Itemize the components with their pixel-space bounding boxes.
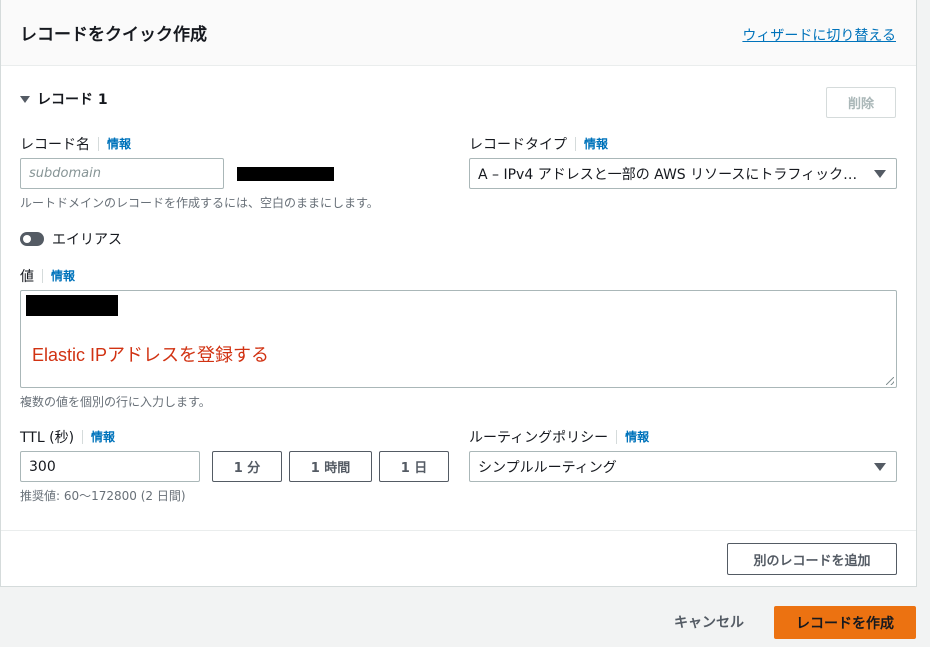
record-type-label-row: レコードタイプ 情報 (469, 134, 608, 154)
routing-policy-value: シンプルルーティング (478, 459, 617, 476)
quick-create-panel: レコードをクイック作成 ウィザードに切り替える レコード 1 削除 レコード名 … (0, 0, 917, 587)
resize-grip-icon[interactable] (886, 377, 894, 385)
cancel-button[interactable]: キャンセル (674, 612, 744, 632)
delete-button[interactable]: 削除 (826, 87, 896, 118)
value-label: 値 (20, 269, 34, 285)
record-name-hint: ルートドメインのレコードを作成するには、空白のままにします。 (20, 196, 379, 210)
value-annotation: Elastic IPアドレスを登録する (32, 345, 270, 365)
ttl-hint: 推奨値: 60～172800 (2 日間) (20, 489, 186, 503)
ttl-input[interactable]: 300 (20, 451, 200, 482)
ttl-1day-button[interactable]: 1 日 (379, 451, 449, 482)
record-section-toggle[interactable]: レコード 1 (20, 89, 108, 109)
ttl-1min-button[interactable]: 1 分 (212, 451, 282, 482)
routing-policy-label: ルーティングポリシー (469, 430, 609, 446)
record-type-value: A – IPv4 アドレスと一部の AWS リソースにトラフィックをルーティング… (478, 166, 866, 183)
value-info-link[interactable]: 情報 (42, 269, 75, 283)
dropdown-arrow-icon (874, 169, 886, 178)
record-name-label: レコード名 (20, 137, 90, 153)
alias-label: エイリアス (52, 232, 122, 248)
ttl-label-row: TTL (秒) 情報 (20, 427, 115, 447)
value-hint: 複数の値を個別の行に入力します。 (20, 395, 211, 409)
ttl-1hour-button[interactable]: 1 時間 (289, 451, 372, 482)
routing-policy-select[interactable]: シンプルルーティング (469, 451, 897, 482)
redacted-domain (237, 167, 334, 181)
create-records-button[interactable]: レコードを作成 (774, 606, 916, 639)
value-label-row: 値 情報 (20, 266, 75, 286)
record-name-label-row: レコード名 情報 (20, 134, 131, 154)
redacted-ip-value (26, 295, 118, 316)
record-section-label: レコード 1 (37, 92, 108, 108)
alias-toggle-row: エイリアス (20, 229, 122, 249)
ttl-value: 300 (29, 458, 56, 475)
add-another-record-button[interactable]: 別のレコードを追加 (727, 543, 897, 575)
record-type-info-link[interactable]: 情報 (575, 137, 608, 151)
page-title: レコードをクイック作成 (20, 25, 207, 45)
switch-to-wizard-link[interactable]: ウィザードに切り替える (742, 25, 896, 45)
dropdown-arrow-icon (874, 462, 886, 471)
record-name-input[interactable]: subdomain (20, 158, 224, 189)
value-textarea[interactable]: Elastic IPアドレスを登録する (20, 290, 897, 388)
ttl-label: TTL (秒) (20, 430, 75, 446)
caret-down-icon (20, 95, 30, 103)
section-divider (1, 530, 916, 531)
record-type-select[interactable]: A – IPv4 アドレスと一部の AWS リソースにトラフィックをルーティング… (469, 158, 897, 189)
ttl-info-link[interactable]: 情報 (82, 430, 115, 444)
routing-policy-info-link[interactable]: 情報 (616, 430, 649, 444)
record-name-info-link[interactable]: 情報 (98, 137, 131, 151)
record-name-placeholder: subdomain (29, 166, 101, 181)
alias-toggle-switch[interactable] (20, 232, 44, 246)
panel-header: レコードをクイック作成 ウィザードに切り替える (1, 0, 916, 66)
routing-policy-label-row: ルーティングポリシー 情報 (469, 427, 649, 447)
record-type-label: レコードタイプ (469, 137, 567, 153)
